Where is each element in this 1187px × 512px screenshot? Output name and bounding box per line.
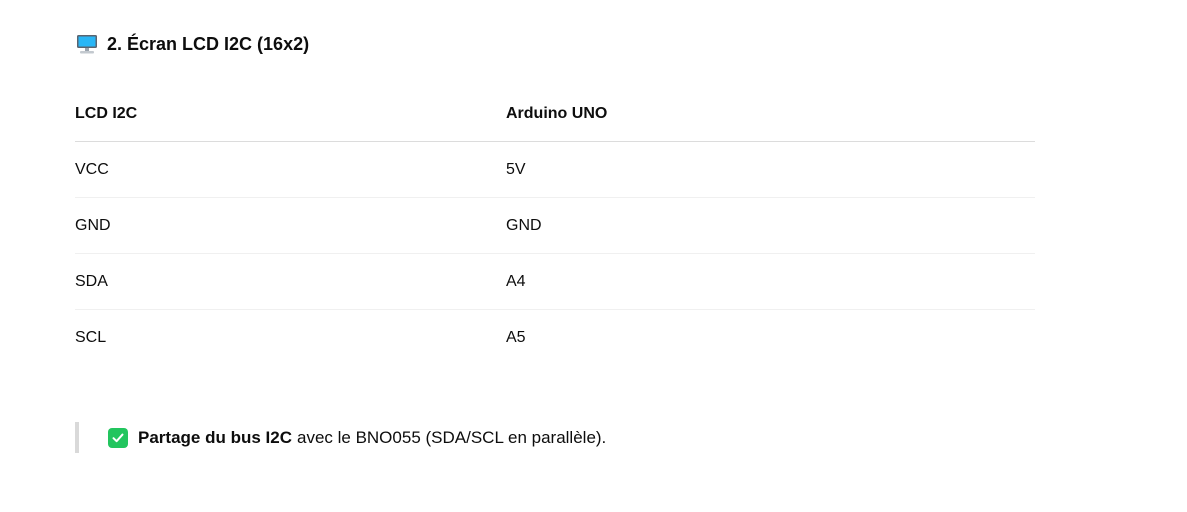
table-row: SDA A4: [75, 253, 1035, 310]
note-text: avec le BNO055 (SDA/SCL en parallèle).: [296, 427, 607, 447]
desktop-computer-icon: [75, 32, 99, 56]
section-title: 2. Écran LCD I2C (16x2): [107, 33, 310, 54]
check-mark-button-icon: [108, 427, 128, 448]
table-cell: GND: [506, 197, 1035, 254]
table-cell: GND: [75, 197, 506, 254]
table-cell: VCC: [75, 141, 506, 198]
note-bold-text: Partage du bus I2C: [138, 427, 292, 447]
wiring-table: LCD I2C Arduino UNO VCC 5V GND GND SDA A…: [75, 87, 1035, 365]
table-header-row: LCD I2C Arduino UNO: [75, 87, 1035, 142]
column-header-lcd: LCD I2C: [75, 87, 506, 142]
section-heading: 2. Écran LCD I2C (16x2): [75, 32, 309, 56]
blockquote-note: Partage du bus I2C avec le BNO055 (SDA/S…: [75, 422, 606, 453]
table-row: SCL A5: [75, 310, 1035, 366]
table-cell: A5: [506, 328, 526, 346]
table-row: VCC 5V: [75, 141, 1035, 198]
table-row: GND GND: [75, 197, 1035, 254]
column-header-arduino: Arduino UNO: [506, 87, 1035, 142]
table-cell: SDA: [75, 253, 506, 310]
table-cell: SCL: [75, 328, 107, 346]
table-cell: 5V: [506, 141, 1035, 198]
table-cell: A4: [506, 253, 1035, 310]
